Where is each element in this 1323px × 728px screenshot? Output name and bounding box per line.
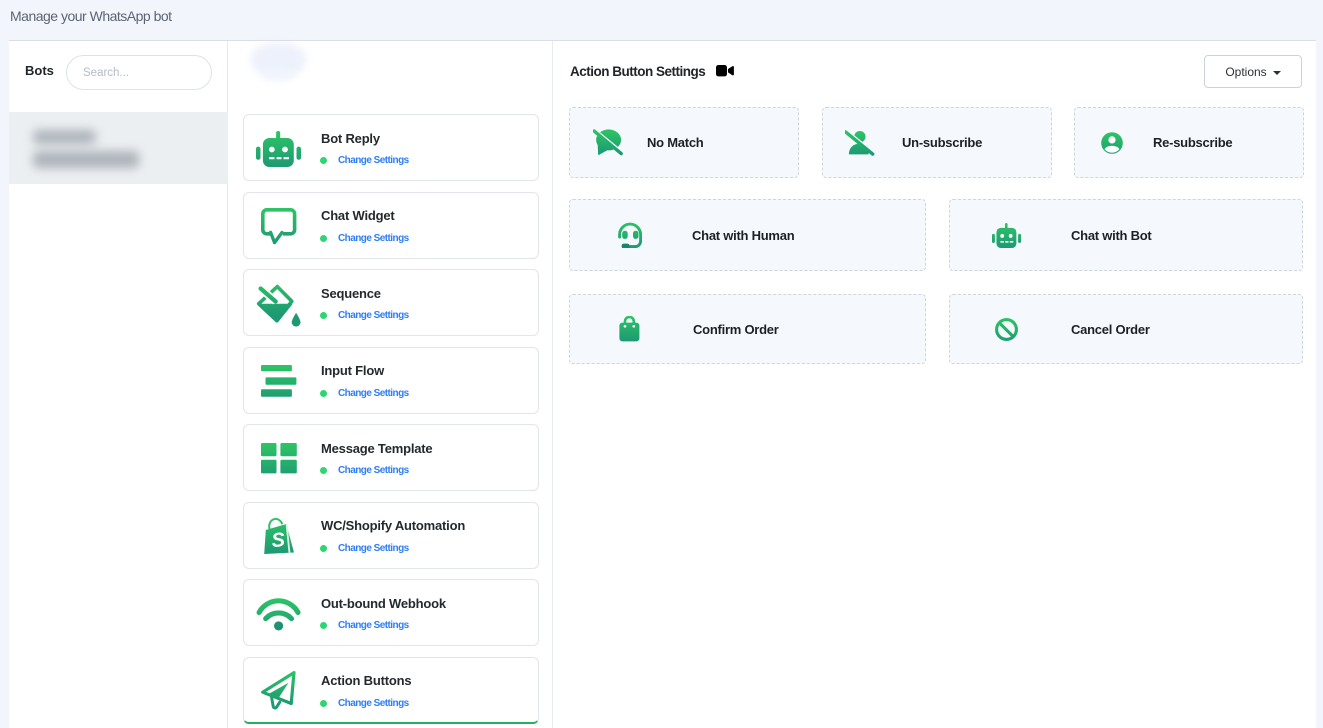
svg-text:S: S <box>270 528 286 551</box>
